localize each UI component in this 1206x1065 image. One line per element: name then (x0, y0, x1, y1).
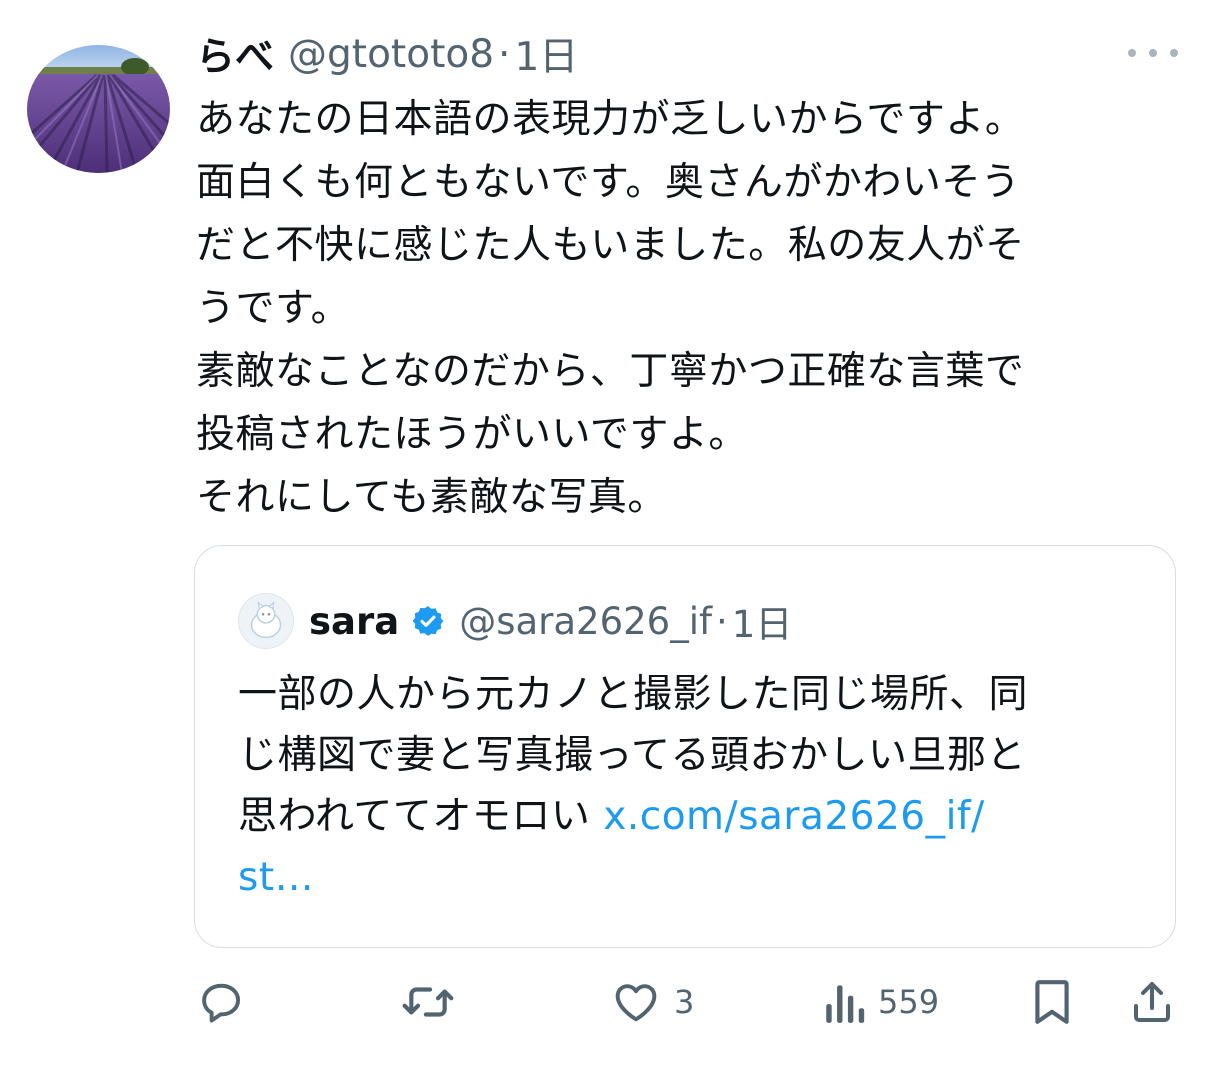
quoted-author-avatar[interactable] (238, 593, 294, 649)
bookmark-icon (1035, 980, 1069, 1024)
author-avatar[interactable] (27, 45, 170, 173)
verified-badge-icon (412, 606, 444, 636)
retweet-button[interactable] (400, 970, 456, 1034)
author-name[interactable]: らべ (196, 26, 274, 82)
share-button[interactable] (1128, 970, 1176, 1034)
share-icon (1134, 982, 1170, 1022)
cat-illustration-icon (250, 601, 282, 639)
bookmark-button[interactable] (1030, 970, 1074, 1034)
quoted-tweet-header: sara @sara2626_if · 1日 (309, 593, 792, 649)
reply-button[interactable] (196, 970, 246, 1034)
separator-dot: · (498, 31, 511, 77)
tweet-timestamp[interactable]: 1日 (514, 26, 578, 82)
quoted-author-name[interactable]: sara (309, 600, 399, 643)
more-options-icon[interactable] (1128, 36, 1178, 70)
quoted-tweet-timestamp[interactable]: 1日 (732, 594, 793, 648)
like-count: 3 (674, 983, 695, 1021)
tweet-text: あなたの日本語の表現力が乏しいからですよ。 面白くも何ともないです。奥さんがかわ… (196, 97, 1025, 520)
separator-dot: · (716, 599, 728, 643)
quoted-tweet[interactable]: sara @sara2626_if · 1日 一部の人から元カノと撮影した同じ場… (194, 545, 1176, 948)
author-handle[interactable]: @gtototo8 (288, 32, 494, 77)
like-button[interactable]: 3 (610, 970, 694, 1034)
views-button[interactable]: 559 (824, 970, 939, 1034)
view-count: 559 (878, 983, 940, 1021)
tweet[interactable]: らべ @gtototo8 · 1日 あなたの日本語の表現力が乏しいからですよ。 … (0, 0, 1206, 1065)
views-icon (826, 985, 865, 1023)
quoted-tweet-text: 一部の人から元カノと撮影した同じ場所、同 じ構図で妻と写真撮ってる頭おかしい旦那… (238, 664, 1148, 908)
reply-icon (202, 983, 241, 1023)
heart-icon (615, 984, 657, 1022)
tweet-header: らべ @gtototo8 · 1日 (196, 26, 578, 82)
retweet-icon (402, 987, 454, 1017)
quoted-author-handle[interactable]: @sara2626_if (459, 600, 712, 643)
lavender-field-photo (27, 45, 170, 173)
action-bar: 3 559 (0, 970, 1206, 1040)
